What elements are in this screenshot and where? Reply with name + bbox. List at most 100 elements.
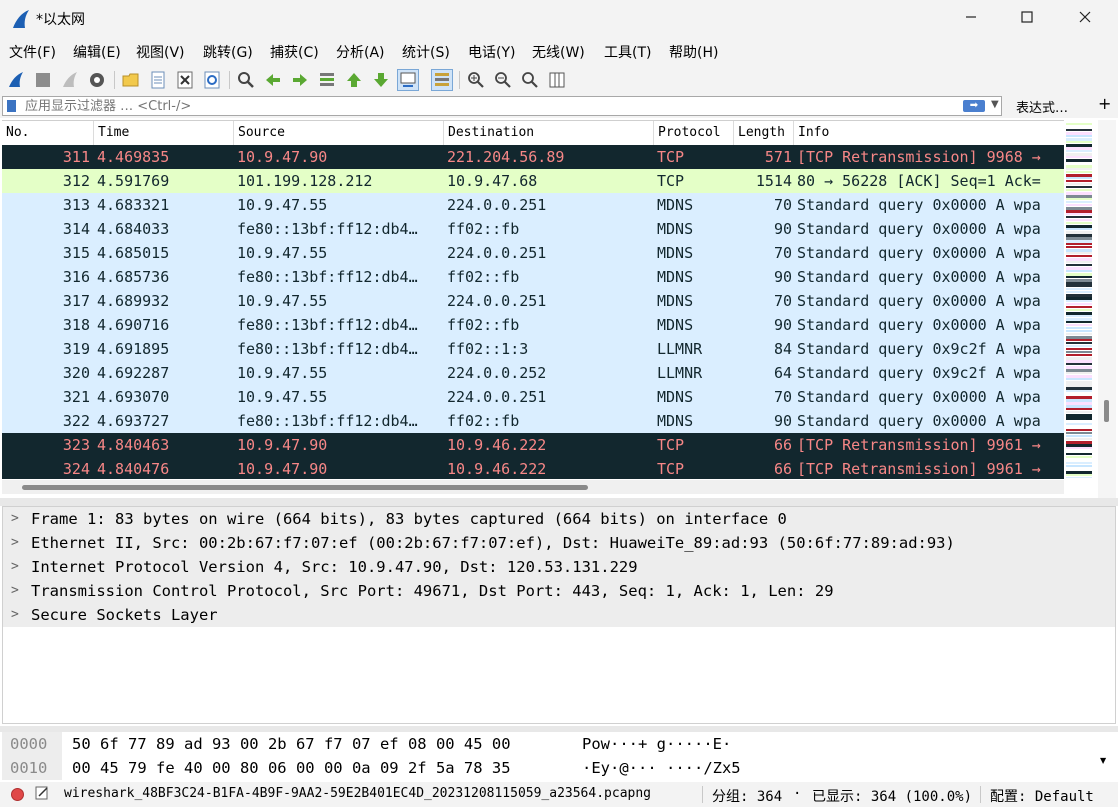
minimap-stripe: [1066, 366, 1092, 369]
column-header-length[interactable]: Length: [734, 121, 794, 145]
cell-length: 90: [773, 316, 792, 334]
packet-row[interactable]: 320 4.692287 10.9.47.55 224.0.0.252 LLMNR 64 S…: [2, 361, 1064, 385]
column-header-time[interactable]: Time: [94, 121, 234, 145]
stop-square-icon[interactable]: [32, 69, 54, 91]
detail-row-tcp[interactable]: > Transmission Control Protocol, Src Port…: [3, 579, 1115, 603]
minimap-stripe: [1066, 357, 1092, 360]
cell-protocol: TCP: [657, 436, 685, 454]
minimap-stripe: [1066, 411, 1092, 413]
packet-row[interactable]: 324 4.840476 10.9.47.90 10.9.46.222 TCP 66 [TC…: [2, 457, 1064, 479]
shark-fin-start-icon[interactable]: [5, 69, 27, 91]
detail-row-ssl[interactable]: > Secure Sockets Layer: [3, 603, 1115, 627]
zoom-in-icon[interactable]: [465, 69, 487, 91]
menu-view[interactable]: 视图(V): [136, 42, 185, 62]
minimap-stripe: [1066, 375, 1092, 378]
capture-options-gear-icon[interactable]: [86, 69, 108, 91]
maximize-button[interactable]: [1004, 0, 1050, 38]
close-file-icon[interactable]: [174, 69, 196, 91]
resize-columns-icon[interactable]: [546, 69, 568, 91]
cell-no: 319: [62, 340, 90, 358]
go-back-arrow-icon[interactable]: [262, 69, 284, 91]
detail-row-ipv4[interactable]: > Internet Protocol Version 4, Src: 10.9.…: [3, 555, 1115, 579]
packet-row[interactable]: 311 4.469835 10.9.47.90 221.204.56.89 TCP 571…: [2, 145, 1064, 169]
column-header-no[interactable]: No.: [2, 121, 94, 145]
packet-row[interactable]: 316 4.685736 fe80::13bf:ff12:db4… ff02::fb M…: [2, 265, 1064, 289]
title-bar: *以太网: [0, 0, 1118, 38]
autoscroll-icon[interactable]: [397, 69, 419, 91]
apply-filter-arrow-icon[interactable]: ➡: [963, 100, 985, 112]
menu-telephony[interactable]: 电话(Y): [468, 42, 515, 62]
bytes-row[interactable]: 0000 50 6f 77 89 ad 93 00 2b 67 f7 07 ef…: [2, 732, 1102, 756]
cell-length: 70: [773, 292, 792, 310]
pane-splitter[interactable]: [0, 498, 1118, 506]
packet-row[interactable]: 321 4.693070 10.9.47.55 224.0.0.251 MDNS 70 St…: [2, 385, 1064, 409]
packet-row[interactable]: 315 4.685015 10.9.47.55 224.0.0.251 MDNS 70 St…: [2, 241, 1064, 265]
close-window-button[interactable]: [1062, 0, 1108, 38]
packet-minimap[interactable]: [1064, 120, 1094, 478]
go-forward-arrow-icon[interactable]: [289, 69, 311, 91]
menu-analyze[interactable]: 分析(A): [336, 42, 385, 62]
last-packet-icon[interactable]: [370, 69, 392, 91]
save-file-icon[interactable]: [147, 69, 169, 91]
horizontal-scroll-thumb[interactable]: [22, 485, 588, 490]
packet-row[interactable]: 314 4.684033 fe80::13bf:ff12:db4… ff02::fb M…: [2, 217, 1064, 241]
packet-row[interactable]: 312 4.591769 101.199.128.212 10.9.47.68 TCP 1…: [2, 169, 1064, 193]
menu-wireless[interactable]: 无线(W): [532, 42, 585, 62]
menu-go[interactable]: 跳转(G): [203, 42, 253, 62]
column-header-info[interactable]: Info: [794, 121, 1064, 145]
zoom-normal-icon[interactable]: [519, 69, 541, 91]
find-magnifier-icon[interactable]: [235, 69, 257, 91]
minimap-stripe: [1066, 399, 1092, 402]
packet-row[interactable]: 318 4.690716 fe80::13bf:ff12:db4… ff02::fb M…: [2, 313, 1064, 337]
detail-row-ethernet[interactable]: > Ethernet II, Src: 00:2b:67:f7:07:ef (00…: [3, 531, 1115, 555]
packet-list[interactable]: No. Time Source Destination Protocol Len…: [2, 120, 1064, 479]
packet-row[interactable]: 317 4.689932 10.9.47.55 224.0.0.251 MDNS 70 St…: [2, 289, 1064, 313]
bytes-scroll-down-icon[interactable]: ▼: [1100, 756, 1106, 765]
reload-icon[interactable]: [201, 69, 223, 91]
first-packet-icon[interactable]: [343, 69, 365, 91]
menu-capture[interactable]: 捕获(C): [270, 42, 319, 62]
menu-tools[interactable]: 工具(T): [604, 42, 651, 62]
minimap-stripe: [1066, 315, 1092, 317]
packet-row[interactable]: 322 4.693727 fe80::13bf:ff12:db4… ff02::fb M…: [2, 409, 1064, 433]
column-header-protocol[interactable]: Protocol: [654, 121, 734, 145]
zoom-out-icon[interactable]: [492, 69, 514, 91]
expression-button[interactable]: 表达式…: [1016, 97, 1068, 116]
capture-comment-icon[interactable]: [34, 785, 50, 805]
filter-bookmark-icon[interactable]: [7, 100, 16, 112]
minimap-stripe: [1066, 228, 1092, 230]
display-filter-input[interactable]: [25, 98, 955, 114]
chevron-down-icon[interactable]: ▼: [991, 99, 999, 110]
minimap-stripe: [1066, 180, 1092, 182]
minimap-stripe: [1066, 312, 1092, 315]
display-filter-bar: ➡ ▼ 表达式… +: [0, 94, 1118, 118]
status-profile[interactable]: 配置: Default: [990, 786, 1094, 806]
packet-list-vertical-scrollbar[interactable]: [1098, 120, 1116, 498]
add-filter-button[interactable]: +: [1098, 94, 1111, 113]
menu-edit[interactable]: 编辑(E): [73, 42, 121, 62]
go-to-packet-icon[interactable]: [316, 69, 338, 91]
menu-file[interactable]: 文件(F): [9, 42, 56, 62]
packet-list-horizontal-scrollbar[interactable]: [2, 480, 1064, 494]
colorize-icon[interactable]: [431, 69, 453, 91]
detail-row-frame[interactable]: > Frame 1: 83 bytes on wire (664 bits), 8…: [3, 507, 1115, 531]
packet-row[interactable]: 323 4.840463 10.9.47.90 10.9.46.222 TCP 66 [TC…: [2, 433, 1064, 457]
bytes-row[interactable]: 0010 00 45 79 fe 40 00 80 06 00 00 0a 09…: [2, 756, 1102, 780]
minimap-stripe: [1066, 447, 1092, 449]
column-header-source[interactable]: Source: [234, 121, 444, 145]
menu-statistics[interactable]: 统计(S): [402, 42, 450, 62]
expert-info-led-icon[interactable]: [11, 788, 24, 801]
restart-fin-icon[interactable]: [59, 69, 81, 91]
menu-help[interactable]: 帮助(H): [669, 42, 718, 62]
cell-info: Standard query 0x0000 A wpa: [797, 244, 1041, 262]
cell-no: 324: [62, 460, 90, 478]
column-header-destination[interactable]: Destination: [444, 121, 654, 145]
open-folder-icon[interactable]: [120, 69, 142, 91]
packet-row[interactable]: 313 4.683321 10.9.47.55 224.0.0.251 MDNS 70 St…: [2, 193, 1064, 217]
vertical-scroll-thumb[interactable]: [1104, 400, 1109, 422]
packet-row[interactable]: 319 4.691895 fe80::13bf:ff12:db4… ff02::1:3…: [2, 337, 1064, 361]
minimap-stripe: [1066, 192, 1092, 195]
cell-protocol: LLMNR: [657, 364, 703, 382]
minimize-button[interactable]: [948, 0, 994, 38]
cell-protocol: MDNS: [657, 244, 694, 262]
